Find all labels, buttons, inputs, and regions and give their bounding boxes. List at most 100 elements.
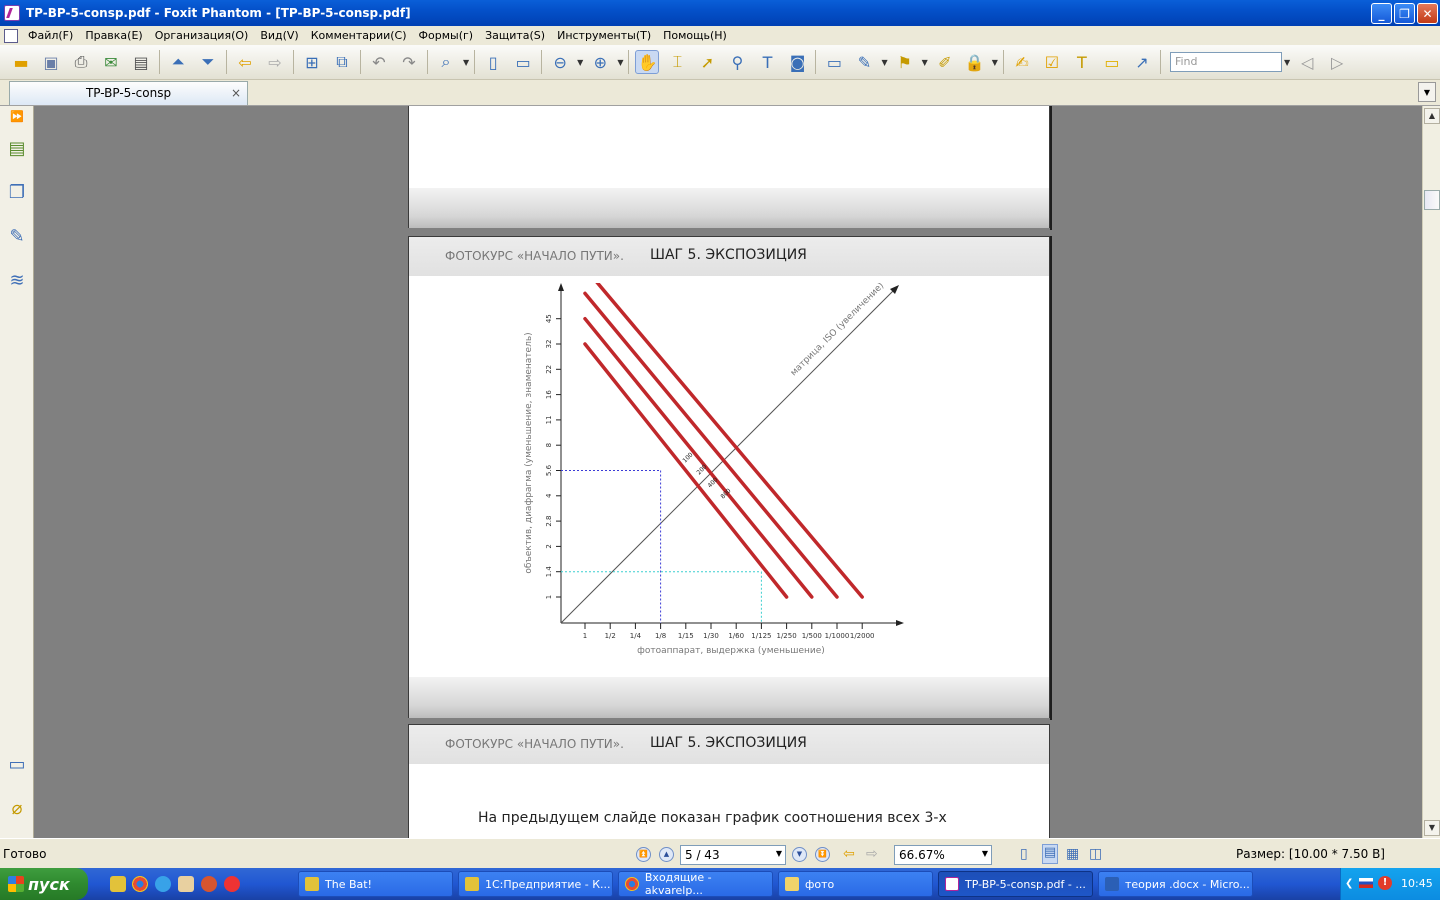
- insert-page-icon[interactable]: ⊞: [300, 50, 324, 74]
- find-prev-icon[interactable]: ◁: [1295, 50, 1319, 74]
- attachments-stack-icon[interactable]: ≋: [6, 270, 28, 294]
- menu-comments[interactable]: Комментарии(C): [305, 26, 413, 45]
- back-view-icon[interactable]: ⇦: [843, 846, 855, 862]
- language-flag-icon[interactable]: [1359, 878, 1373, 888]
- chevron-down-icon[interactable]: ▼: [881, 58, 887, 67]
- task-foxit[interactable]: TP-BP-5-consp.pdf - ...: [938, 871, 1093, 897]
- page-number-input[interactable]: 5 / 43 ▼: [680, 845, 786, 865]
- extract-page-icon[interactable]: ⧉: [330, 50, 354, 74]
- tab-document[interactable]: TP-BP-5-consp ×: [9, 81, 248, 105]
- alert-icon[interactable]: !: [1378, 876, 1392, 890]
- menu-tools[interactable]: Инструменты(T): [551, 26, 657, 45]
- scan-icon[interactable]: ▤: [129, 50, 153, 74]
- chevron-down-icon[interactable]: ▼: [992, 58, 998, 67]
- explorer-quicklaunch-icon[interactable]: [178, 876, 194, 892]
- zoom-out-icon[interactable]: ⊖: [548, 50, 572, 74]
- forward-view-icon[interactable]: ⇨: [866, 846, 878, 862]
- start-button[interactable]: пуск: [0, 868, 88, 900]
- note-edit-icon[interactable]: ✍: [1010, 50, 1034, 74]
- layers-icon[interactable]: ✎: [6, 226, 28, 250]
- menu-file[interactable]: Файл(F): [22, 26, 79, 45]
- next-page-icon[interactable]: ⏷: [196, 50, 220, 74]
- task-thebat[interactable]: The Bat!: [298, 871, 453, 897]
- find-input[interactable]: Find: [1169, 52, 1282, 72]
- text-select-icon[interactable]: T: [755, 50, 779, 74]
- document-icon[interactable]: [4, 28, 18, 43]
- task-chrome-inbox[interactable]: Входящие - akvarelp...: [618, 871, 773, 897]
- task-1c[interactable]: 1С:Предприятие - К...: [458, 871, 613, 897]
- chevron-down-icon[interactable]: ▼: [577, 58, 583, 67]
- zoom-tool-icon[interactable]: ⌕: [434, 50, 458, 74]
- tray-expand-icon[interactable]: ❮: [1345, 878, 1353, 889]
- prev-page-button-icon[interactable]: ▲: [659, 847, 674, 862]
- comment-icon[interactable]: ▭: [1100, 50, 1124, 74]
- print-icon[interactable]: ⎙: [69, 50, 93, 74]
- chevron-down-icon[interactable]: ▼: [922, 58, 928, 67]
- menu-edit[interactable]: Правка(E): [79, 26, 148, 45]
- close-button[interactable]: ✕: [1417, 3, 1438, 24]
- first-page-icon[interactable]: ⏫: [636, 847, 651, 862]
- scroll-up-button[interactable]: ▲: [1424, 108, 1440, 124]
- expand-panel-icon[interactable]: ⏩: [6, 110, 28, 134]
- arrow-tool-icon[interactable]: ↗: [1130, 50, 1154, 74]
- opera-quicklaunch-icon[interactable]: [201, 876, 217, 892]
- menu-view[interactable]: Вид(V): [254, 26, 304, 45]
- ie-quicklaunch-icon[interactable]: [155, 876, 171, 892]
- back-icon[interactable]: ⇦: [233, 50, 257, 74]
- lock-icon[interactable]: 🔒: [963, 50, 987, 74]
- vertical-scrollbar[interactable]: ▲ ▼: [1422, 106, 1440, 838]
- single-page-icon[interactable]: ▯: [1020, 846, 1028, 862]
- zoom-select[interactable]: 66.67% ▼: [894, 845, 992, 865]
- redo-icon[interactable]: ↷: [397, 50, 421, 74]
- form-field-icon[interactable]: ▭: [822, 50, 846, 74]
- task-word[interactable]: теория .docx - Micro...: [1098, 871, 1253, 897]
- menu-forms[interactable]: Формы(г): [413, 26, 480, 45]
- task-folder-photo[interactable]: фото: [778, 871, 933, 897]
- select-arrow-icon[interactable]: ➚: [695, 50, 719, 74]
- sign-icon[interactable]: ✐: [933, 50, 957, 74]
- comments-icon[interactable]: ▭: [6, 754, 28, 778]
- menu-protect[interactable]: Защита(S): [479, 26, 551, 45]
- scrollbar-thumb[interactable]: [1424, 190, 1440, 210]
- undo-icon[interactable]: ↶: [367, 50, 391, 74]
- attachment-icon[interactable]: ⌀: [6, 798, 28, 822]
- edit-icon[interactable]: ✎: [852, 50, 876, 74]
- find-next-icon[interactable]: ▷: [1325, 50, 1349, 74]
- stamp-icon[interactable]: ⚑: [893, 50, 917, 74]
- save-icon[interactable]: ▣: [39, 50, 63, 74]
- open-icon[interactable]: ▬: [9, 50, 33, 74]
- zoom-in-icon[interactable]: ⊕: [588, 50, 612, 74]
- cont-facing-icon[interactable]: ◫: [1089, 846, 1102, 862]
- scroll-down-button[interactable]: ▼: [1424, 820, 1440, 836]
- document-view[interactable]: ФОТОКУРС «НАЧАЛО ПУТИ». ШАГ 5. ЭКСПОЗИЦИ…: [34, 106, 1422, 838]
- fit-width-icon[interactable]: ▭: [511, 50, 535, 74]
- typewriter-icon[interactable]: T: [1070, 50, 1094, 74]
- chevron-down-icon[interactable]: ▼: [617, 58, 623, 67]
- chevron-down-icon[interactable]: ▼: [463, 58, 469, 67]
- bookmarks-icon[interactable]: ▤: [6, 138, 28, 162]
- snapshot-icon[interactable]: ◙: [785, 50, 809, 74]
- maximize-button[interactable]: ❐: [1394, 3, 1415, 24]
- minimize-button[interactable]: _: [1371, 3, 1392, 24]
- tab-list-button[interactable]: ▼: [1418, 82, 1436, 102]
- find-icon[interactable]: ⚲: [725, 50, 749, 74]
- thebat-quicklaunch-icon[interactable]: [110, 876, 126, 892]
- checklist-icon[interactable]: ☑: [1040, 50, 1064, 74]
- continuous-icon[interactable]: ▤: [1042, 844, 1058, 864]
- yandex-quicklaunch-icon[interactable]: [224, 876, 240, 892]
- pages-icon[interactable]: ❐: [6, 182, 28, 206]
- fit-page-icon[interactable]: ▯: [481, 50, 505, 74]
- hand-tool-icon[interactable]: ✋: [635, 50, 660, 74]
- tab-close-icon[interactable]: ×: [231, 82, 241, 104]
- chevron-down-icon[interactable]: ▼: [1284, 58, 1290, 67]
- forward-icon[interactable]: ⇨: [263, 50, 287, 74]
- last-page-icon[interactable]: ⏬: [815, 847, 830, 862]
- prev-page-icon[interactable]: ⏶: [166, 50, 190, 74]
- select-text-icon[interactable]: ⌶: [665, 50, 689, 74]
- email-icon[interactable]: ✉: [99, 50, 123, 74]
- menu-organize[interactable]: Организация(O): [149, 26, 255, 45]
- next-page-button-icon[interactable]: ▼: [792, 847, 807, 862]
- chrome-quicklaunch-icon[interactable]: [132, 876, 148, 892]
- facing-icon[interactable]: ▦: [1066, 846, 1079, 862]
- menu-help[interactable]: Помощь(H): [657, 26, 733, 45]
